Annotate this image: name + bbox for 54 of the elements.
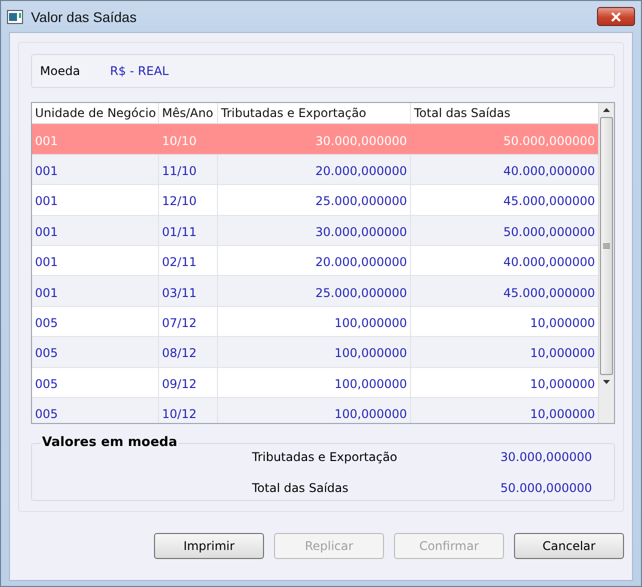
table-cell: 25.000,000000 — [218, 185, 411, 215]
table-cell: 12/10 — [159, 185, 218, 215]
summary-label: Total das Saídas — [252, 481, 350, 496]
summary-value: 30.000,000000 — [499, 450, 592, 464]
scrollbar[interactable] — [598, 103, 614, 424]
table-cell: 005 — [32, 368, 159, 397]
scroll-thumb[interactable] — [600, 117, 613, 376]
table-cell: 005 — [32, 306, 159, 336]
table-cell: 20.000,000000 — [218, 246, 411, 276]
table-cell: 30.000,000000 — [218, 216, 411, 246]
table-cell: 100,000000 — [218, 368, 411, 397]
currency-value: R$ - REAL — [110, 64, 169, 78]
table-cell-text: 10/10 — [161, 132, 198, 150]
summary-label: Tributadas e Exportação — [252, 450, 398, 464]
table-cell: 01/11 — [159, 216, 218, 246]
table-cell: 02/11 — [159, 246, 218, 276]
table-cell: 09/12 — [159, 368, 218, 397]
table-cell: 001 — [32, 216, 159, 246]
table-cell: 001 — [32, 276, 159, 306]
currency-label: Moeda — [40, 64, 82, 78]
dialog-button[interactable]: Imprimir — [154, 533, 264, 559]
table-cell-text: 001 — [34, 132, 59, 150]
table-cell: 25.000,000000 — [218, 276, 411, 306]
table-row[interactable]: 005 08/12 100,000000 10,000000 — [32, 337, 598, 368]
window-title: Valor das Saídas — [31, 8, 137, 24]
table-row[interactable]: 005 10/12 100,000000 10,000000 — [32, 398, 598, 424]
table-cell: 001 — [32, 154, 159, 184]
close-icon — [610, 12, 622, 22]
summary-value: 50.000,000000 — [499, 481, 592, 496]
table-cell: 005 — [32, 337, 159, 367]
table-cell: 100,000000 — [218, 398, 411, 424]
column-header[interactable]: Tributadas e Exportação — [218, 103, 411, 124]
table-row[interactable]: 001 03/11 25.000,000000 45.000,000000 — [32, 276, 598, 307]
table-cell-text: 30.000,000000 — [314, 132, 408, 150]
table-cell: 11/10 — [159, 154, 218, 184]
table-cell: 20.000,000000 — [218, 154, 411, 184]
column-header[interactable]: Unidade de Negócio — [32, 103, 159, 124]
table-cell: 001 — [32, 246, 159, 276]
table-cell: 10/12 — [159, 398, 218, 424]
table-cell-text: 50.000,000000 — [502, 132, 596, 150]
close-button[interactable] — [597, 7, 635, 26]
table-row[interactable]: 001 11/10 20.000,000000 40.000,000000 — [32, 154, 598, 186]
table-cell: 001 — [32, 185, 159, 215]
table-cell: 005 — [32, 398, 159, 424]
table-cell: 100,000000 — [218, 306, 411, 336]
table-cell: 100,000000 — [218, 337, 411, 367]
grip-icon — [603, 243, 610, 250]
table-cell: 08/12 — [159, 337, 218, 367]
column-header[interactable]: Mês/Ano — [159, 103, 218, 124]
window-icon — [7, 10, 23, 24]
table-row[interactable]: 001 01/11 30.000,000000 50.000,000000 — [32, 216, 598, 246]
table-cell: 07/12 — [159, 306, 218, 336]
table-cell: 03/11 — [159, 276, 218, 306]
dialog-button[interactable]: Cancelar — [514, 533, 624, 559]
